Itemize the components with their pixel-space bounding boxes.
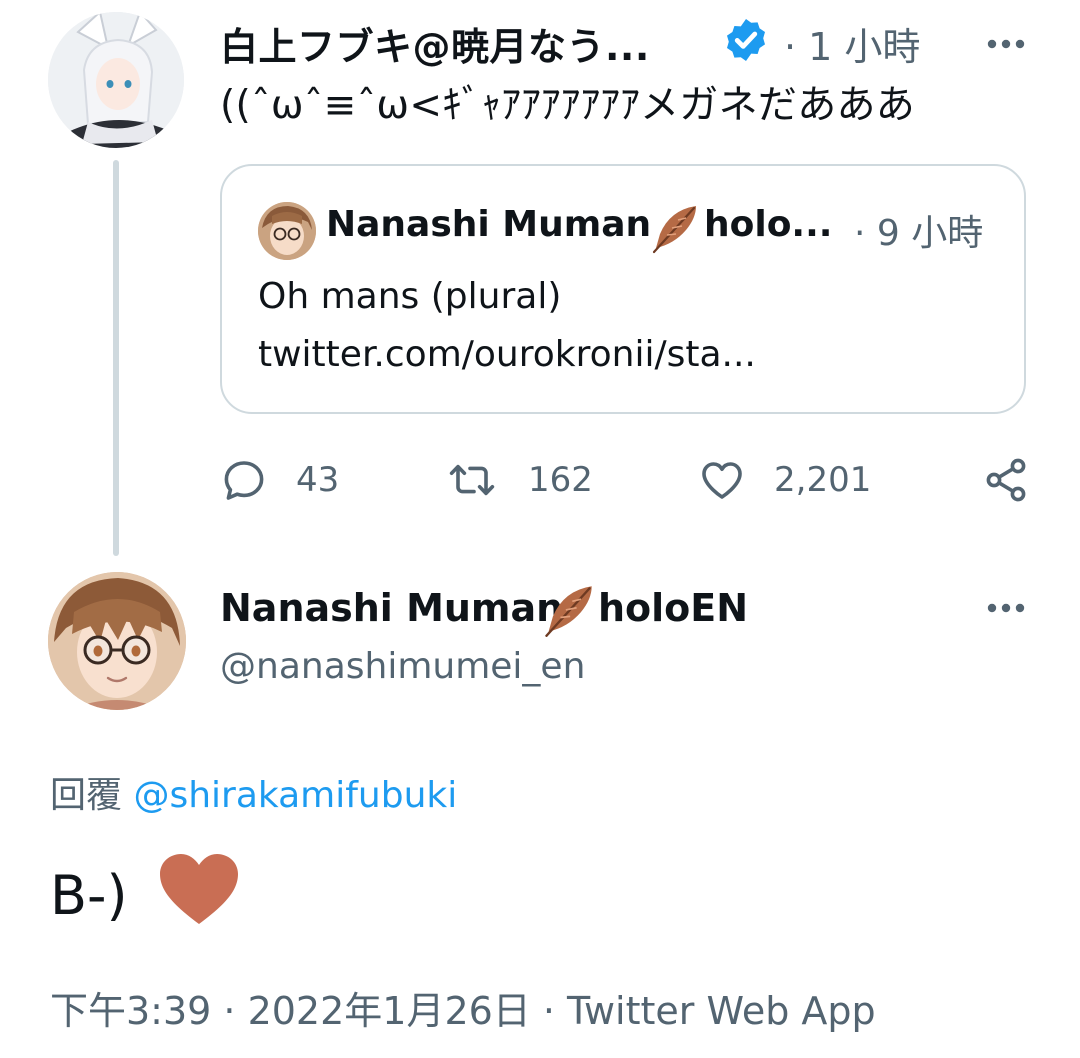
main-author-name[interactable]: Nanashi Muman	[220, 586, 563, 630]
quoted-tweet-card[interactable]: Nanashi Muman holo... · 9 小時 Oh mans (pl…	[220, 164, 1026, 414]
main-author-name-tail[interactable]: holoEN	[598, 586, 748, 630]
retweet-count: 162	[528, 460, 593, 500]
tweet-time[interactable]: · 1 小時	[784, 16, 920, 71]
share-button[interactable]	[982, 452, 1030, 508]
reply-button[interactable]: 43	[220, 452, 360, 508]
quoted-tweet-time: · 9 小時	[854, 213, 984, 254]
retweet-button[interactable]: 162	[448, 452, 608, 508]
tweet-detail-page: 白上フブキ@暁月なう... · 1 小時 ((ˆωˆ≡ˆω<ｷﾞｬｱｱｱｱｱｱｱ…	[0, 0, 1080, 1058]
tweet-timestamp-meta[interactable]: 下午3:39 · 2022年1月26日 · Twitter Web App	[50, 980, 876, 1035]
author-name[interactable]: 白上フブキ@暁月なう...	[220, 16, 650, 71]
reply-count: 43	[296, 460, 340, 500]
reply-prefix: 回覆	[50, 775, 123, 816]
main-tweet-text: B-)	[50, 864, 128, 927]
avatar-fubuki[interactable]	[48, 12, 184, 148]
reply-to-mention[interactable]: @shirakamifubuki	[133, 775, 457, 816]
like-button[interactable]: 2,201	[698, 452, 898, 508]
quoting-tweet-header: 白上フブキ@暁月なう... · 1 小時	[220, 14, 1040, 69]
main-author-handle[interactable]: @nanashimumei_en	[220, 646, 585, 687]
quoted-tweet-text: Oh mans (plural)	[258, 276, 562, 317]
avatar-mumei[interactable]	[48, 572, 186, 710]
quoted-author-name-tail: holo...	[704, 204, 833, 245]
quoted-tweet-link[interactable]: twitter.com/ourokronii/sta...	[258, 334, 756, 375]
thread-connector-line	[113, 160, 119, 556]
heart-icon	[702, 462, 742, 499]
retweet-icon	[449, 464, 495, 496]
replying-to-line: 回覆 @shirakamifubuki	[50, 766, 457, 818]
more-horizontal-icon[interactable]	[984, 598, 1028, 618]
like-count: 2,201	[774, 460, 872, 500]
quoted-author-avatar	[258, 202, 316, 260]
quoted-author-name: Nanashi Muman	[326, 204, 652, 245]
share-icon	[986, 458, 1026, 502]
heart-emoji-icon	[160, 854, 238, 924]
verified-badge-icon	[727, 19, 765, 61]
feather-icon	[652, 206, 696, 254]
reply-icon	[224, 461, 264, 500]
tweet-action-bar: 43 162 2,201	[220, 452, 1040, 512]
tweet-text: ((ˆωˆ≡ˆω<ｷﾞｬｱｱｱｱｱｱｱメガネだあああ	[220, 83, 916, 128]
more-horizontal-icon[interactable]	[984, 34, 1028, 54]
feather-icon	[545, 586, 592, 637]
